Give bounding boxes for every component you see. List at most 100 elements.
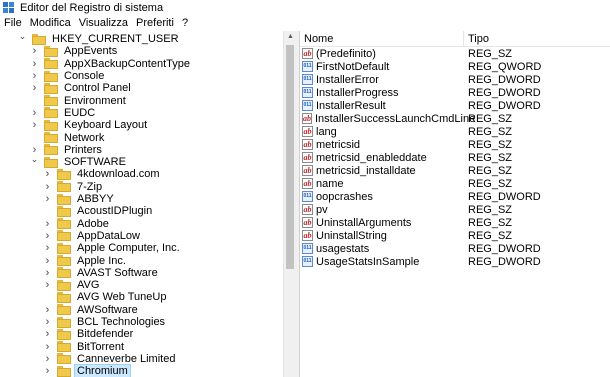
tree-scrollbar[interactable]: ▲ [283,31,296,377]
chevron-right-icon[interactable]: › [43,328,52,340]
chevron-right-icon[interactable]: › [43,316,52,328]
chevron-right-icon[interactable]: › [43,304,52,316]
chevron-right-icon[interactable]: › [30,119,39,131]
chevron-right-icon[interactable]: › [30,70,39,82]
scrollbar-thumb[interactable] [286,45,294,269]
list-item[interactable]: ab InstallerSuccessLaunchCmdLine REG_SZ [300,112,610,125]
chevron-right-icon[interactable]: › [43,353,52,365]
chevron-right-icon[interactable]: › [43,168,52,180]
tree-item[interactable]: › Control Panel [30,82,133,94]
chevron-right-icon[interactable]: › [43,218,52,230]
tree-item[interactable]: AVG Web TuneUp [43,291,168,303]
menu-visualizza[interactable]: Visualizza [75,17,132,29]
value-name-cell: 011 usagestats [300,243,464,255]
list-item[interactable]: 011 FirstNotDefault REG_QWORD [300,60,610,73]
list-item[interactable]: 011 usagestats REG_DWORD [300,242,610,255]
expander-placeholder [43,293,52,302]
value-name-cell: ab metricsid_enableddate [300,152,464,164]
scroll-up-icon[interactable]: ▲ [287,33,294,40]
list-item[interactable]: ab (Predefinito) REG_SZ [300,47,610,60]
chevron-right-icon[interactable]: › [30,82,39,94]
folder-icon [57,316,72,328]
tree-item[interactable]: Network [30,131,106,144]
value-name: pv [316,203,328,216]
chevron-right-icon[interactable]: › [43,341,52,353]
chevron-right-icon[interactable]: › [43,267,52,279]
list-item[interactable]: 011 oopcrashes REG_DWORD [300,190,610,203]
tree-item[interactable]: › 4kdownload.com [43,168,162,180]
tree-item[interactable]: › BCL Technologies [43,316,167,328]
tree-item[interactable]: › 7-Zip [43,181,104,193]
chevron-right-icon[interactable]: › [30,45,39,57]
column-header-name[interactable]: Nome [300,31,464,47]
tree-item[interactable]: › Bitdefender [43,328,135,340]
value-name: InstallerError [316,73,379,86]
tree-item-label: AVG Web TuneUp [77,291,167,304]
tree-item[interactable]: Environment [30,95,128,107]
value-name: InstallerSuccessLaunchCmdLine [315,112,476,125]
tree-item[interactable]: › Apple Inc. [43,254,128,267]
list-item[interactable]: ab metricsid REG_SZ [300,138,610,151]
tree-item[interactable]: › Adobe [43,218,111,230]
chevron-right-icon[interactable]: › [43,181,52,193]
tree-item[interactable]: › BitTorrent [43,341,126,353]
window-title: Editor del Registro di sistema [20,1,164,14]
binary-value-icon: 011 [302,87,313,98]
list-item[interactable]: ab name REG_SZ [300,177,610,190]
tree-item[interactable]: › Console [30,70,106,82]
chevron-right-icon[interactable]: › [30,107,39,119]
chevron-right-icon[interactable]: › [43,193,52,205]
tree-item[interactable]: › AVG [43,279,101,291]
column-header-type[interactable]: Tipo [464,31,610,47]
list-item[interactable]: ab metricsid_enableddate REG_SZ [300,151,610,164]
chevron-right-icon[interactable]: › [43,279,52,291]
tree-item[interactable]: › ABBYY [43,193,116,205]
list-item[interactable]: ab lang REG_SZ [300,125,610,138]
folder-icon [57,193,72,205]
chevron-right-icon[interactable]: › [30,144,39,156]
list-item[interactable]: ab metricsid_installdate REG_SZ [300,164,610,177]
tree-item[interactable]: › AWSoftware [43,304,140,316]
chevron-right-icon[interactable]: › [30,58,39,70]
tree-item[interactable]: › AVAST Software [43,267,160,279]
list-item[interactable]: ab UninstallString REG_SZ [300,229,610,242]
tree-item[interactable]: › Canneverbe Limited [43,353,177,365]
tree-item[interactable]: › Chromium [43,364,131,377]
tree-item[interactable]: › Apple Computer, Inc. [43,242,182,254]
tree-item[interactable]: › Printers [30,144,104,156]
list-header: Nome Tipo [300,31,610,47]
list-item[interactable]: 011 InstallerResult REG_DWORD [300,99,610,112]
value-name: UninstallArguments [316,216,412,229]
tree-item[interactable]: › AppDataLow [43,230,142,242]
chevron-down-icon[interactable]: ⌄ [18,31,27,41]
menu-bar: File Modifica Visualizza Preferiti ? [0,15,610,30]
menu-preferiti[interactable]: Preferiti [132,17,178,29]
tree-item-label: Apple Inc. [77,254,126,267]
chevron-right-icon[interactable]: › [43,255,52,267]
value-name-cell: ab UninstallString [300,230,464,242]
tree-item[interactable]: ⌄ HKEY_CURRENT_USER [18,31,181,45]
tree-item-label: 4kdownload.com [77,168,160,181]
list-item[interactable]: ab pv REG_SZ [300,203,610,216]
chevron-right-icon[interactable]: › [43,230,52,242]
folder-icon [57,181,72,193]
binary-value-icon: 011 [302,61,313,72]
tree-item[interactable]: ⌄ SOFTWARE [30,154,128,168]
chevron-down-icon[interactable]: ⌄ [30,154,39,164]
tree-item-label: 7-Zip [77,180,103,193]
tree-item[interactable]: › Keyboard Layout [30,119,149,131]
tree-item[interactable]: › EUDC [30,107,97,119]
tree-item[interactable]: AcoustIDPlugin [43,205,154,217]
menu-help[interactable]: ? [178,17,192,29]
menu-modifica[interactable]: Modifica [26,17,75,29]
chevron-right-icon[interactable]: › [43,242,52,254]
list-item[interactable]: ab UninstallArguments REG_SZ [300,216,610,229]
tree-item-label: AWSoftware [77,303,138,316]
tree-item[interactable]: › AppXBackupContentType [30,58,192,70]
chevron-right-icon[interactable]: › [43,365,52,377]
menu-file[interactable]: File [0,17,26,29]
tree-item[interactable]: › AppEvents [30,45,119,57]
list-item[interactable]: 011 UsageStatsInSample REG_DWORD [300,255,610,268]
list-item[interactable]: 011 InstallerError REG_DWORD [300,73,610,86]
list-item[interactable]: 011 InstallerProgress REG_DWORD [300,86,610,99]
